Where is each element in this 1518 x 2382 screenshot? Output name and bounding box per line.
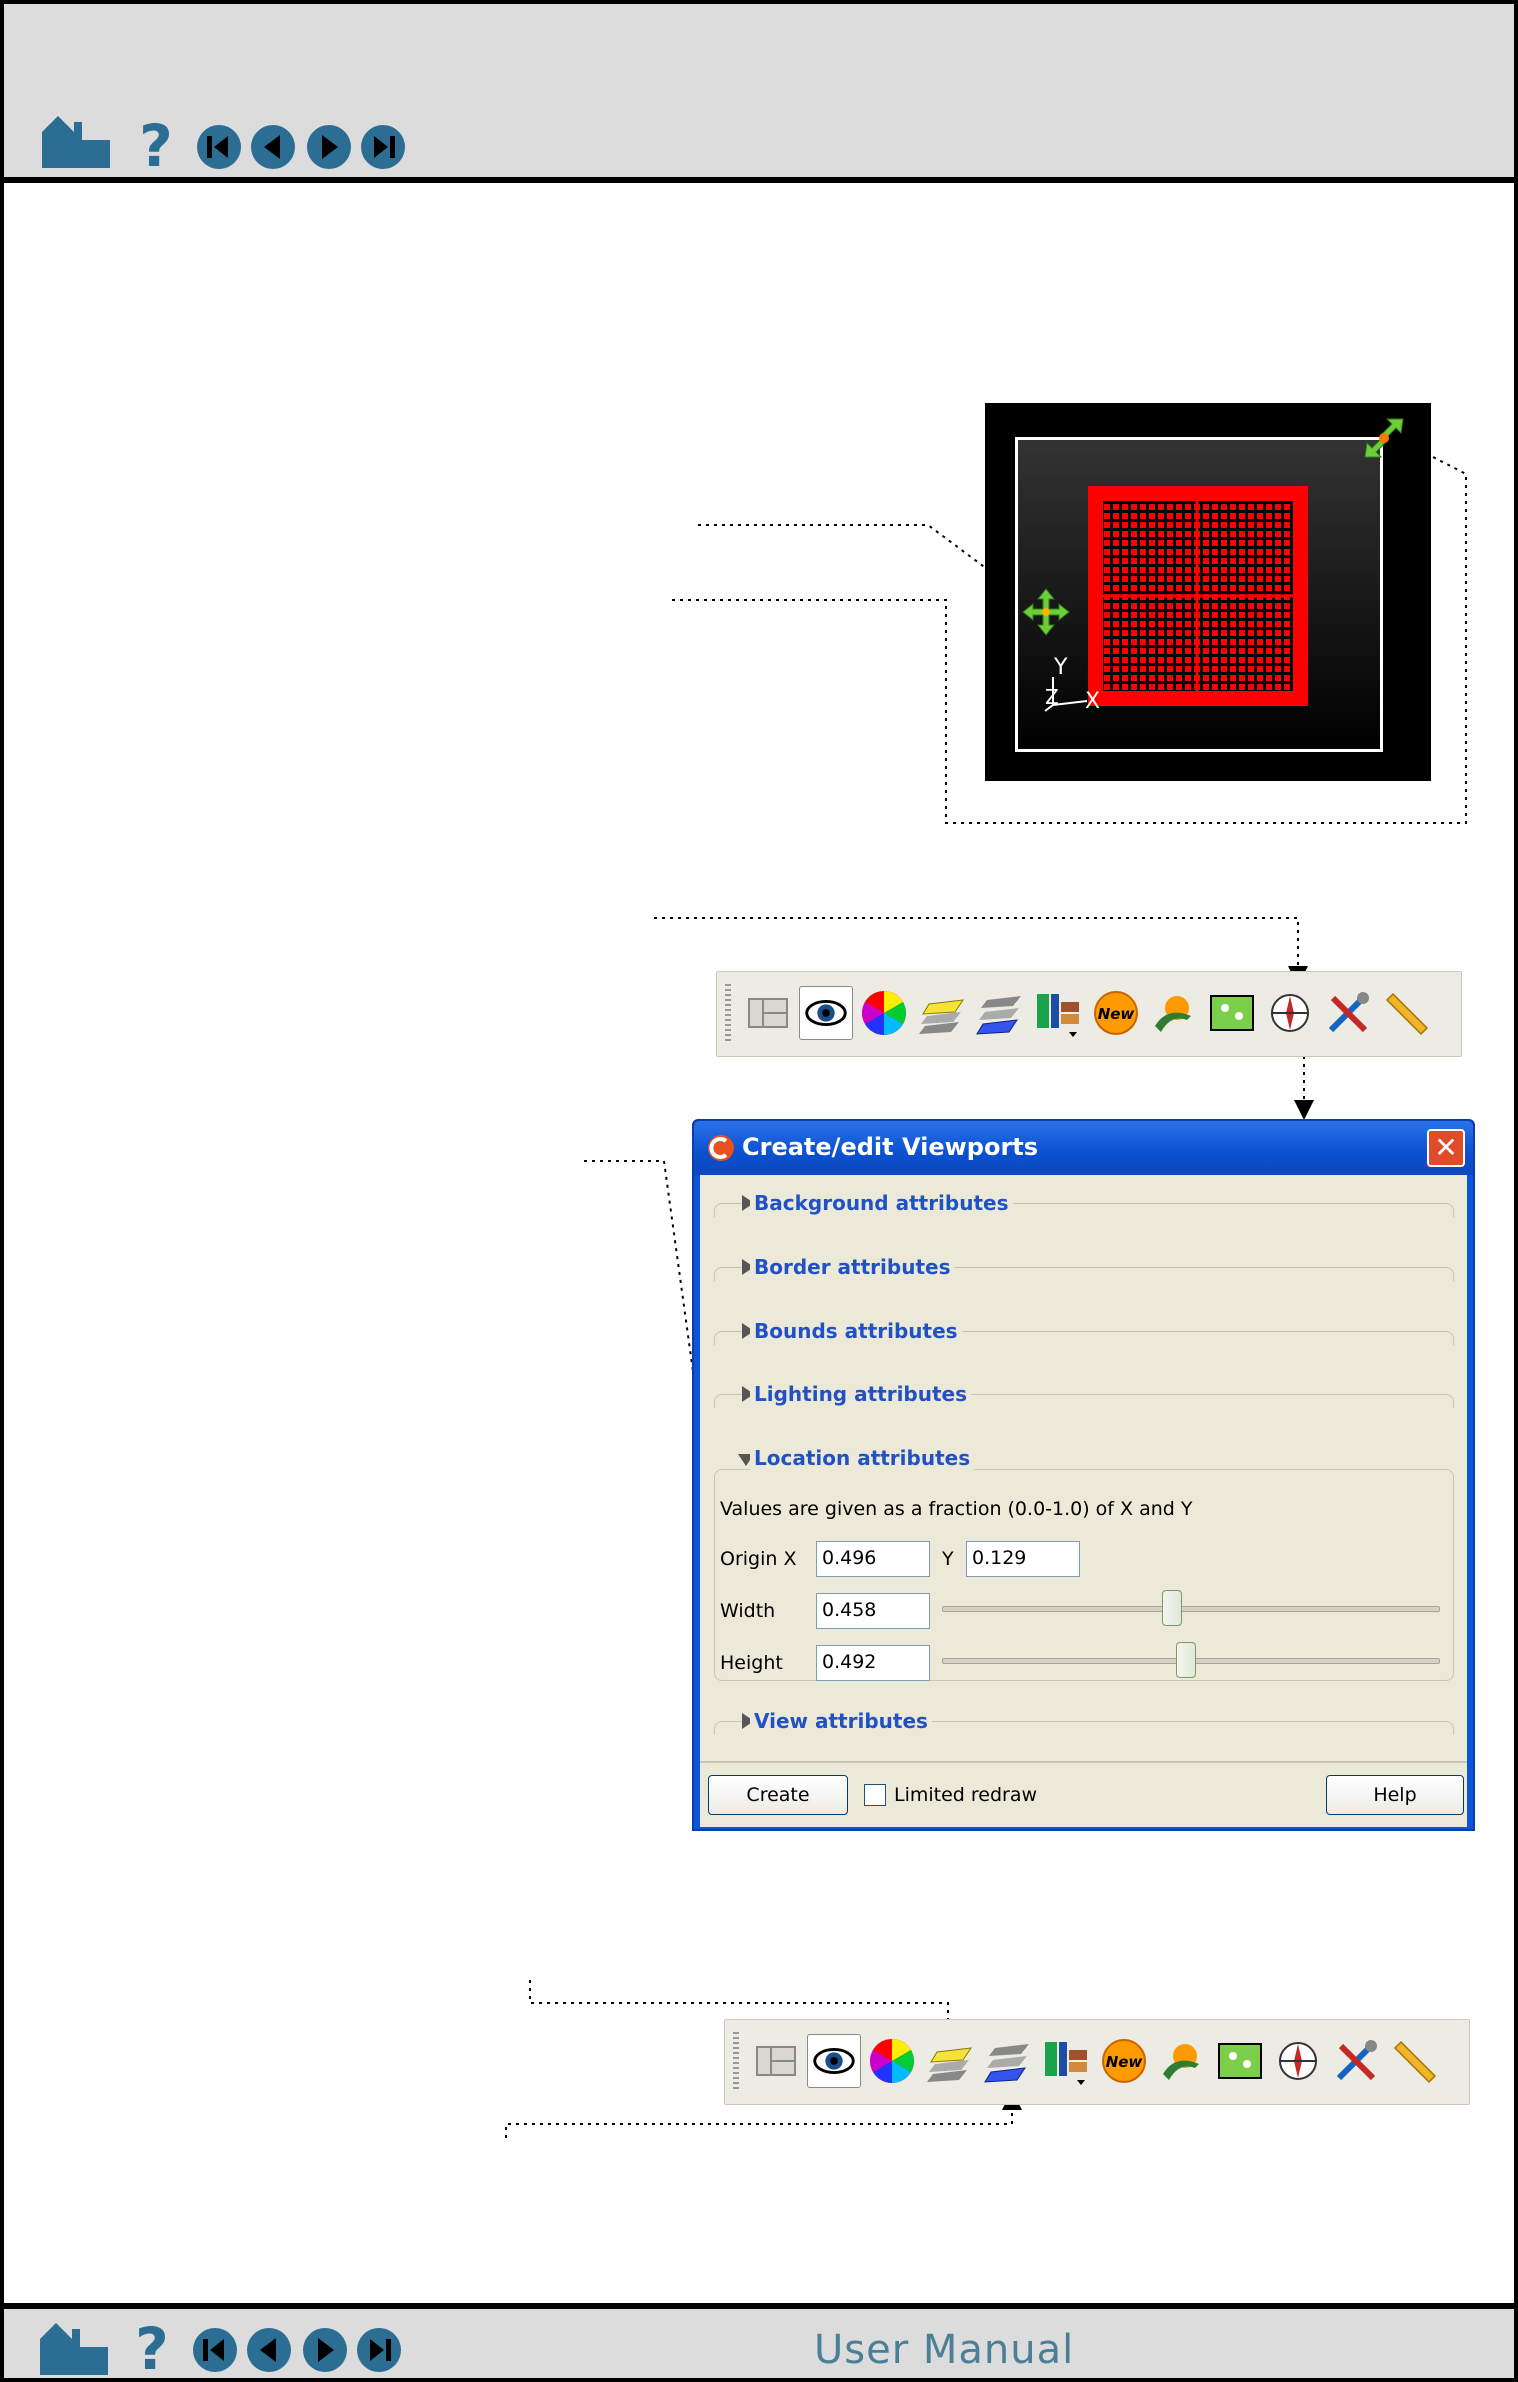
move-handle-icon[interactable] [1021, 587, 1071, 637]
width-slider-thumb[interactable] [1162, 1590, 1182, 1626]
compass-icon[interactable] [1263, 986, 1317, 1040]
previous-page-icon[interactable] [244, 2325, 294, 2375]
toolbar-grip[interactable] [725, 984, 731, 1044]
layers-blue-icon[interactable] [973, 986, 1027, 1040]
layers-yellow-icon[interactable] [923, 2034, 977, 2088]
bird-icon[interactable] [1155, 2034, 1209, 2088]
section-lighting[interactable]: Lighting attributes [714, 1378, 1454, 1408]
viewport-preview: Y Z X [985, 403, 1431, 781]
layers-yellow-icon[interactable] [915, 986, 969, 1040]
limited-redraw-label[interactable]: Limited redraw [894, 1784, 1037, 1806]
ruler-icon[interactable] [1387, 2034, 1441, 2088]
close-icon: ✕ [1434, 1131, 1458, 1164]
width-field[interactable]: 0.458 [816, 1593, 930, 1629]
tools-icon[interactable] [1321, 986, 1375, 1040]
column-layout-icon[interactable] [1039, 2034, 1093, 2088]
axis-z-label: Z [1045, 685, 1059, 709]
section-background-label[interactable]: Background attributes [750, 1191, 1013, 1215]
origin-y-field[interactable]: 0.129 [966, 1541, 1080, 1577]
section-bounds[interactable]: Bounds attributes [714, 1315, 1454, 1345]
section-bounds-label[interactable]: Bounds attributes [750, 1319, 962, 1343]
svg-text:New: New [1098, 1005, 1135, 1023]
eye-icon[interactable] [799, 986, 853, 1040]
new-icon[interactable]: New [1097, 2034, 1151, 2088]
section-view-label[interactable]: View attributes [750, 1709, 932, 1733]
last-page-icon[interactable] [354, 2325, 404, 2375]
map-icon[interactable] [1205, 986, 1259, 1040]
location-hint: Values are given as a fraction (0.0-1.0)… [720, 1498, 1193, 1520]
bird-icon[interactable] [1147, 986, 1201, 1040]
viewport-layout-icon[interactable] [741, 986, 795, 1040]
section-location[interactable]: Location attributes [714, 1442, 1454, 1470]
width-label: Width [720, 1600, 776, 1622]
new-icon[interactable]: New [1089, 986, 1143, 1040]
column-layout-icon[interactable] [1031, 986, 1085, 1040]
section-location-label[interactable]: Location attributes [750, 1446, 975, 1470]
limited-redraw-checkbox[interactable] [864, 1784, 886, 1806]
svg-text:?: ? [135, 2319, 169, 2377]
help-icon[interactable]: ? [128, 2319, 176, 2377]
footer-separator [700, 1761, 1467, 1763]
map-icon[interactable] [1213, 2034, 1267, 2088]
eye-icon[interactable] [807, 2034, 861, 2088]
ruler-icon[interactable] [1379, 986, 1433, 1040]
height-label: Height [720, 1652, 783, 1674]
color-wheel-icon[interactable] [857, 986, 911, 1040]
color-wheel-icon[interactable] [865, 2034, 919, 2088]
tools-icon[interactable] [1329, 2034, 1383, 2088]
next-page-icon[interactable] [300, 2325, 350, 2375]
dialog-body: Background attributes Border attributes … [700, 1175, 1467, 1827]
axis-x-label: X [1085, 689, 1101, 714]
create-button[interactable]: Create [708, 1775, 848, 1815]
origin-x-label: Origin X [720, 1548, 797, 1570]
origin-y-label: Y [942, 1548, 954, 1570]
viewport-layout-icon[interactable] [749, 2034, 803, 2088]
help-button[interactable]: Help [1326, 1775, 1464, 1815]
toolbar-top: New [716, 971, 1462, 1057]
section-background[interactable]: Background attributes [714, 1187, 1454, 1217]
origin-x-field[interactable]: 0.496 [816, 1541, 930, 1577]
width-slider-track[interactable] [942, 1606, 1440, 1612]
first-page-icon[interactable] [190, 2325, 240, 2375]
height-field[interactable]: 0.492 [816, 1645, 930, 1681]
section-lighting-label[interactable]: Lighting attributes [750, 1382, 972, 1406]
resize-handle-icon[interactable] [1361, 415, 1407, 461]
app-logo-icon [708, 1135, 734, 1161]
height-slider-thumb[interactable] [1176, 1642, 1196, 1678]
home-icon[interactable] [36, 2319, 112, 2379]
section-border[interactable]: Border attributes [714, 1251, 1454, 1281]
axis-y-label: Y [1054, 655, 1068, 680]
toolbar-grip[interactable] [733, 2032, 739, 2092]
compass-icon[interactable] [1271, 2034, 1325, 2088]
layers-blue-icon[interactable] [981, 2034, 1035, 2088]
section-border-label[interactable]: Border attributes [750, 1255, 955, 1279]
footer-title: User Manual [814, 2327, 1075, 2373]
svg-text:New: New [1106, 2053, 1143, 2071]
dialog-title: Create/edit Viewports [742, 1133, 1039, 1161]
section-view[interactable]: View attributes [714, 1705, 1454, 1735]
dialog-titlebar[interactable]: Create/edit Viewports ✕ [694, 1121, 1473, 1175]
create-edit-viewports-dialog: Create/edit Viewports ✕ Background attri… [692, 1119, 1475, 1831]
toolbar-bottom: New [724, 2019, 1470, 2105]
close-button[interactable]: ✕ [1427, 1129, 1465, 1167]
footer-bar: ? User Manual [0, 2303, 1518, 2382]
